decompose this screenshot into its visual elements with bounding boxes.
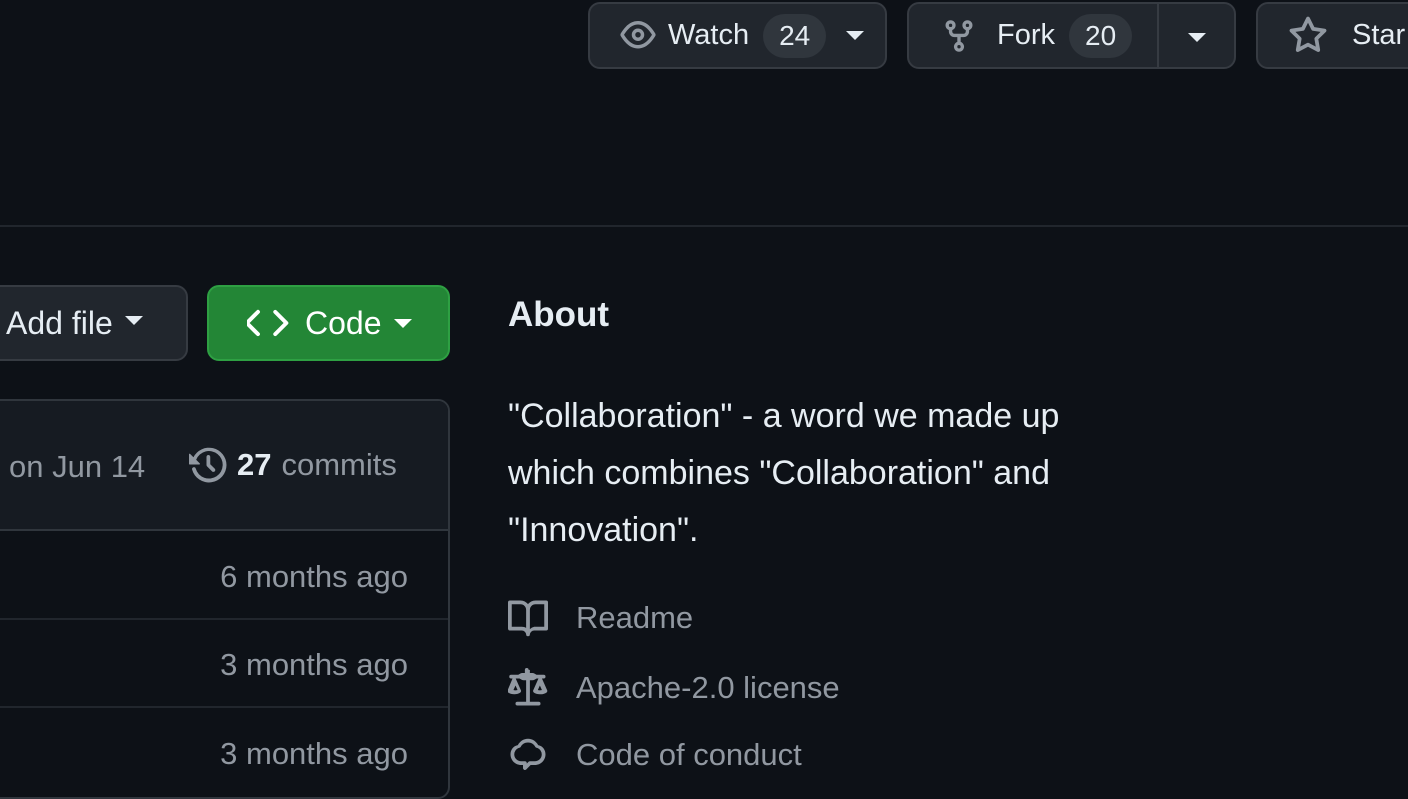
fork-count: 20 <box>1069 13 1133 58</box>
license-link[interactable]: Apache-2.0 license <box>508 668 840 708</box>
about-description: "Collaboration" - a word we made up whic… <box>508 388 1059 559</box>
add-file-label: Add file <box>6 304 113 341</box>
code-button[interactable]: Code <box>207 285 450 361</box>
star-icon <box>1289 16 1327 52</box>
history-icon <box>189 447 227 483</box>
description-line: "Innovation". <box>508 511 699 549</box>
law-icon <box>508 668 548 706</box>
watch-label: Watch <box>668 19 750 51</box>
eye-icon <box>620 20 656 48</box>
latest-commit-bar: on Jun 14 27 commits <box>0 401 448 531</box>
watch-count: 24 <box>763 13 827 58</box>
code-of-conduct-icon <box>510 738 546 770</box>
watch-button[interactable]: Watch 24 <box>588 2 887 69</box>
table-row[interactable]: 6 months ago <box>0 531 448 619</box>
fork-dropdown-icon[interactable] <box>1188 33 1206 42</box>
license-label: Apache-2.0 license <box>576 670 840 705</box>
file-list-panel: on Jun 14 27 commits 6 months ago 3 mont… <box>0 399 450 799</box>
commits-count: 27 <box>237 447 272 482</box>
star-button[interactable]: Star <box>1256 2 1408 69</box>
readme-label: Readme <box>576 600 694 635</box>
row-time: 3 months ago <box>220 736 408 771</box>
commits-link[interactable]: 27 commits <box>189 445 397 485</box>
latest-commit-date[interactable]: on Jun 14 <box>9 449 145 485</box>
row-time: 6 months ago <box>220 559 408 594</box>
book-icon <box>508 600 548 637</box>
description-line: "Collaboration" - a word we made up <box>508 397 1060 435</box>
code-icon <box>247 309 289 337</box>
readme-link[interactable]: Readme <box>508 598 693 638</box>
fork-label: Fork <box>997 19 1055 51</box>
star-label: Star <box>1352 19 1406 51</box>
fork-button[interactable]: Fork 20 <box>907 2 1236 69</box>
table-row[interactable]: 3 months ago <box>0 620 448 706</box>
description-line: which combines "Collaboration" and <box>508 454 1050 492</box>
repo-forked-icon <box>945 19 973 52</box>
code-label: Code <box>305 304 382 341</box>
chevron-down-icon <box>124 315 143 325</box>
chevron-down-icon <box>846 31 865 40</box>
header-divider <box>0 225 1408 227</box>
table-row[interactable]: 3 months ago <box>0 708 448 798</box>
row-time: 3 months ago <box>220 647 408 682</box>
commits-label: commits <box>281 447 397 482</box>
fork-separator <box>1157 4 1159 67</box>
add-file-button[interactable]: Add file <box>0 285 188 361</box>
code-of-conduct-label: Code of conduct <box>576 737 802 772</box>
about-heading: About <box>508 295 610 334</box>
chevron-down-icon <box>393 318 412 328</box>
code-of-conduct-link[interactable]: Code of conduct <box>508 735 802 775</box>
